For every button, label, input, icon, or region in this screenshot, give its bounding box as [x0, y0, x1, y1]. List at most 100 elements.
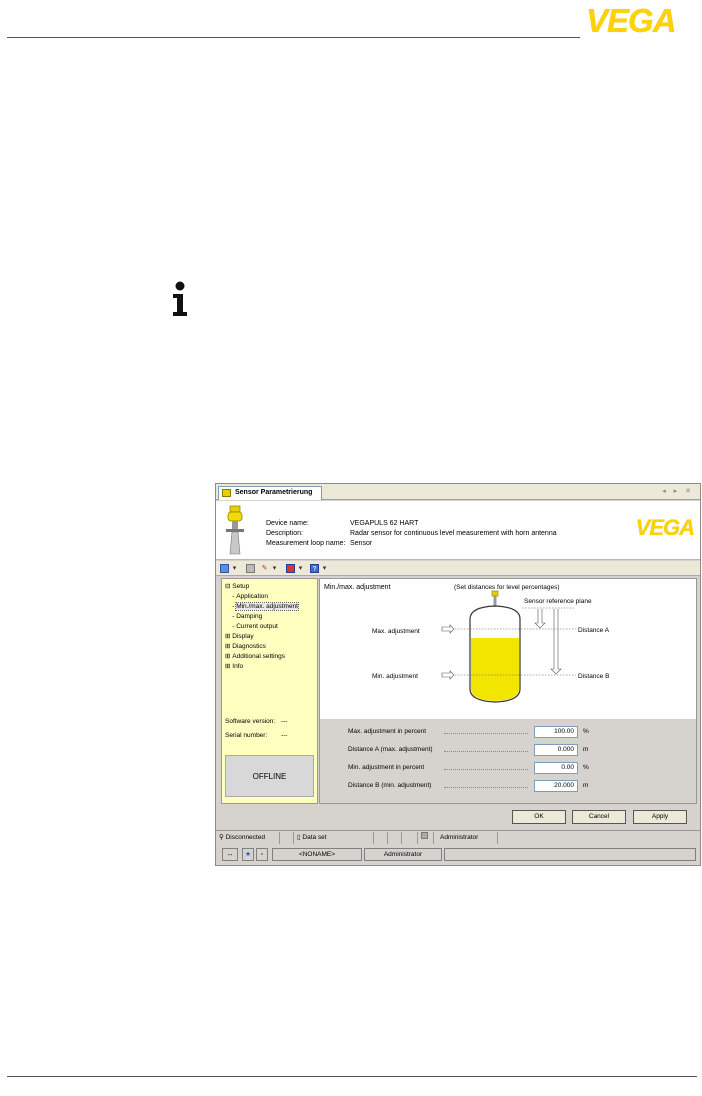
software-info: Software version: --- Serial number: --- [225, 715, 288, 743]
device-tab-icon [222, 489, 231, 497]
flag-icon[interactable] [286, 564, 295, 573]
leader-dots [444, 769, 528, 770]
vessel-fill [471, 638, 519, 701]
radar-sensor-icon [226, 505, 244, 555]
reference-plane-label: Sensor reference plane [524, 598, 592, 605]
bottom-rule [7, 1076, 697, 1077]
tree-item-additional-settings[interactable]: ⊞ Additional settings [225, 652, 298, 662]
status-cell [280, 832, 294, 844]
distance-b-label: Distance B [578, 673, 609, 680]
software-version-label: Software version: [225, 718, 276, 725]
tree-item-label: Setup [232, 583, 250, 590]
dataset-status: ▯ Data set [294, 832, 374, 844]
sensor-parameter-window: Sensor Parametrierung ◂ ▸ ✕ Device name:… [215, 483, 701, 866]
tree-item-current-output[interactable]: - Current output [225, 622, 298, 632]
diagram-title: Min./max. adjustment [324, 584, 391, 591]
connection-status: ⚲ Disconnected [216, 832, 280, 844]
navigation-sidebar: ⊟ Setup - Application - Min./max. adjust… [221, 578, 318, 804]
apply-button[interactable]: Apply [633, 810, 687, 824]
distance-a-field-label: Distance A (max. adjustment) [348, 746, 433, 753]
connect-icon[interactable]: ↔ [222, 848, 238, 861]
distance-b-field-label: Distance B (min. adjustment) [348, 782, 432, 789]
status-filler [444, 848, 696, 861]
loop-name-value: Sensor [350, 540, 373, 547]
tree-item-min-max-adjustment[interactable]: - Min./max. adjustment [225, 602, 299, 612]
software-version-value: --- [281, 718, 288, 725]
user-status: Administrator [434, 832, 498, 844]
device-name-value: VEGAPULS 62 HART [350, 520, 419, 527]
adjustment-form: Max. adjustment in percent 100.00 % Dist… [320, 719, 696, 803]
min-percent-label: Min. adjustment in percent [348, 764, 425, 771]
tree-item-damping[interactable]: - Damping [225, 612, 298, 622]
top-rule [7, 37, 580, 38]
max-percent-row: Max. adjustment in percent 100.00 % [348, 725, 678, 739]
project-name: <NONAME> [272, 848, 362, 861]
tree-item-label: Current output [236, 623, 278, 630]
tree-connector: - [225, 623, 237, 630]
dropdown-arrow-icon[interactable]: ▾ [320, 564, 329, 573]
status-cell [388, 832, 402, 844]
cancel-button[interactable]: Cancel [572, 810, 626, 824]
project-user: Administrator [364, 848, 442, 861]
tab-navigation[interactable]: ◂ ▸ ✕ [662, 487, 694, 495]
max-adjustment-label: Max. adjustment [372, 628, 420, 635]
tab-label: Sensor Parametrierung [235, 489, 313, 496]
connection-status-text: Disconnected [225, 834, 265, 841]
distance-b-row: Distance B (min. adjustment) 20.000 m [348, 779, 678, 793]
tree-item-label: Additional settings [232, 653, 286, 660]
help-icon[interactable]: ? [310, 564, 319, 573]
tree-item-info[interactable]: ⊞ Info [225, 662, 298, 672]
print-icon[interactable] [246, 564, 255, 573]
min-percent-row: Min. adjustment in percent 0.00 % [348, 761, 678, 775]
min-percent-unit: % [583, 764, 589, 771]
tree-item-application[interactable]: - Application [225, 592, 298, 602]
star-icon[interactable]: ★ [242, 848, 254, 861]
status-cell [374, 832, 388, 844]
max-percent-label: Max. adjustment in percent [348, 728, 427, 735]
dropdown-arrow-icon[interactable]: ▾ [270, 564, 279, 573]
main-panel: Min./max. adjustment (Set distances for … [319, 578, 697, 804]
software-version-row: Software version: --- [225, 715, 288, 729]
min-adjustment-label: Min. adjustment [372, 673, 418, 680]
tree-item-display[interactable]: ⊞ Display [225, 632, 298, 642]
adjustment-diagram: Min./max. adjustment (Set distances for … [324, 584, 610, 703]
distance-b-unit: m [583, 782, 589, 789]
tree-item-setup[interactable]: ⊟ Setup [225, 582, 298, 592]
connection-icon: ⚲ [219, 834, 224, 841]
view-icon[interactable] [220, 564, 229, 573]
vega-logo: VEGA [586, 2, 677, 39]
leader-dots [444, 751, 528, 752]
serial-number-row: Serial number: --- [225, 729, 288, 743]
tree-item-diagnostics[interactable]: ⊞ Diagnostics [225, 642, 298, 652]
tab-sensor-parametrierung[interactable]: Sensor Parametrierung [218, 486, 322, 500]
tree-connector: - [225, 603, 237, 610]
dataset-status-text: Data set [302, 834, 327, 841]
distance-a-input[interactable]: 0.000 [534, 744, 578, 756]
dropdown-arrow-icon[interactable]: ▾ [230, 564, 239, 573]
status-cell [402, 832, 418, 844]
min-percent-input[interactable]: 0.00 [534, 762, 578, 774]
min-arrow-icon [441, 670, 455, 680]
tab-bar: Sensor Parametrierung ◂ ▸ ✕ [216, 484, 700, 500]
max-arrow-icon [441, 624, 455, 634]
pin-icon[interactable]: ▫ [256, 848, 268, 861]
device-info-values: VEGAPULS 62 HART Radar sensor for contin… [350, 519, 557, 549]
serial-number-label: Serial number: [225, 732, 268, 739]
sensor-antenna-icon [493, 596, 497, 607]
distance-b-input[interactable]: 20.000 [534, 780, 578, 792]
dropdown-arrow-icon[interactable]: ▾ [296, 564, 305, 573]
loop-name-label: Measurement loop name: [266, 540, 346, 547]
ok-button[interactable]: OK [512, 810, 566, 824]
tools-icon[interactable]: ✎ [260, 564, 269, 573]
dataset-icon: ▯ [297, 834, 301, 841]
project-bar: ↔ ★ ▫ <NONAME> Administrator [216, 846, 700, 864]
max-percent-input[interactable]: 100.00 [534, 726, 578, 738]
tree-connector: - [225, 593, 237, 600]
device-name-label: Device name: [266, 520, 309, 527]
distance-a-unit: m [583, 746, 589, 753]
tree-connector: - [225, 613, 237, 620]
offline-indicator: OFFLINE [225, 755, 314, 797]
tree-item-label: Application [236, 593, 269, 600]
tree-item-label: Info [232, 663, 244, 670]
distance-a-arrow [534, 609, 546, 629]
